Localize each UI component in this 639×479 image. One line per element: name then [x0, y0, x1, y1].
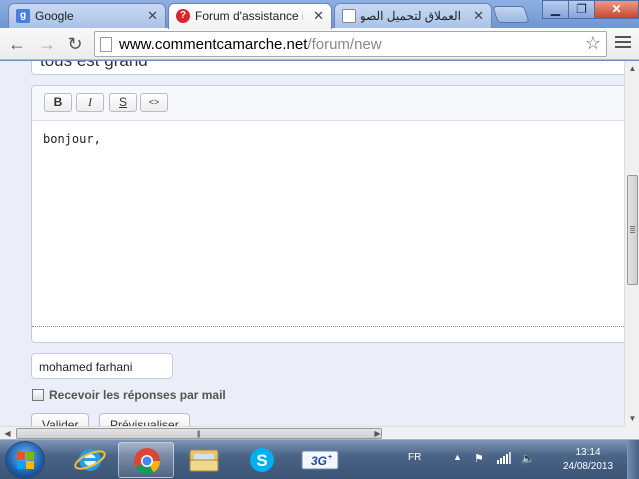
internet-explorer-taskbar-button[interactable]	[62, 442, 118, 478]
skype-taskbar-button[interactable]: S	[234, 442, 290, 478]
grip-icon	[630, 226, 635, 234]
3g-modem-icon: 3G +	[301, 450, 339, 470]
show-hidden-icons-icon[interactable]: ▲	[453, 452, 462, 462]
url-text: www.commentcamarche.net/forum/new	[119, 36, 382, 53]
skype-icon: S	[250, 448, 274, 472]
grip-icon: |||	[197, 431, 201, 438]
preview-button[interactable]: Prévisualiser	[99, 413, 190, 426]
forward-arrow-icon[interactable]: →	[36, 33, 58, 55]
close-tab-icon[interactable]: ✕	[473, 8, 484, 24]
scrollbar-corner	[624, 426, 639, 439]
address-bar[interactable]: www.commentcamarche.net/forum/new ☆	[94, 31, 607, 57]
chrome-menu-icon[interactable]	[615, 36, 631, 50]
close-tab-icon[interactable]: ✕	[313, 8, 324, 24]
submit-button[interactable]: Valider	[31, 413, 90, 426]
network-signal-icon[interactable]	[497, 452, 511, 467]
commentcamarche-favicon-icon: ?	[176, 9, 190, 23]
page-content: tous est grand B I S <> bonjour, mohamed…	[0, 61, 624, 426]
scroll-down-arrow-icon[interactable]: ▼	[625, 411, 639, 426]
svg-text:3G: 3G	[311, 454, 327, 468]
back-arrow-icon[interactable]: ←	[6, 33, 28, 55]
tab-label: Forum d'assistance i	[195, 9, 303, 23]
internet-explorer-icon	[74, 449, 106, 471]
name-input[interactable]: mohamed farhani	[31, 353, 173, 379]
close-tab-icon[interactable]: ✕	[147, 8, 158, 24]
folder-icon	[189, 449, 219, 472]
horizontal-scroll-thumb[interactable]: |||	[16, 428, 382, 439]
message-editor[interactable]: B I S <> bonjour,	[31, 85, 624, 343]
email-notification-label: Recevoir les réponses par mail	[49, 388, 226, 402]
tab-forum[interactable]: ? Forum d'assistance i ✕	[168, 3, 332, 29]
strikethrough-button[interactable]: S	[109, 93, 137, 112]
svg-text:S: S	[256, 451, 267, 470]
clock-date: 24/08/2013	[562, 461, 614, 472]
file-explorer-taskbar-button[interactable]	[176, 442, 232, 478]
editor-text[interactable]: bonjour,	[43, 132, 101, 146]
italic-button[interactable]: I	[76, 93, 104, 112]
subject-input[interactable]: tous est grand	[31, 61, 624, 75]
svg-text:+: +	[328, 454, 332, 461]
vertical-scrollbar[interactable]: ▲ ▼	[624, 61, 639, 426]
url-host: www.commentcamarche.net	[119, 36, 308, 53]
editor-resize-divider	[32, 326, 624, 327]
code-button[interactable]: <>	[140, 93, 168, 112]
horizontal-scrollbar[interactable]: ◀ ||| ▶	[0, 426, 624, 439]
tab-label: Google	[35, 9, 74, 23]
show-desktop-button[interactable]	[627, 440, 639, 479]
new-tab-button[interactable]	[492, 6, 530, 23]
page-favicon-icon	[342, 9, 356, 23]
volume-icon[interactable]: 🔈	[521, 452, 535, 465]
chrome-icon	[134, 448, 161, 475]
page-icon	[100, 37, 112, 52]
windows-taskbar: S 3G + FR ▲ ⚑ 🔈 13:14 24/08/2013	[0, 439, 639, 479]
windows-logo-icon	[17, 452, 35, 470]
vertical-scroll-thumb[interactable]	[627, 175, 638, 285]
chrome-taskbar-button[interactable]	[118, 442, 174, 478]
action-center-flag-icon[interactable]: ⚑	[474, 452, 484, 465]
bold-button[interactable]: B	[44, 93, 72, 112]
tab-label: العملاق لتحميل الصور	[361, 9, 461, 23]
close-window-button[interactable]: ✕	[594, 0, 639, 19]
start-button[interactable]	[5, 441, 45, 479]
editor-toolbar: B I S <>	[32, 86, 624, 121]
bookmark-star-icon[interactable]: ☆	[585, 33, 601, 54]
email-notification-checkbox[interactable]	[32, 389, 44, 401]
tab-strip: g Google ✕ ? Forum d'assistance i ✕ العم…	[0, 0, 639, 29]
minimize-button[interactable]: ▁	[542, 0, 569, 19]
reload-icon[interactable]: ↻	[64, 33, 86, 55]
restore-button[interactable]: ❐	[568, 0, 595, 19]
clock-time: 13:14	[575, 447, 601, 458]
scroll-up-arrow-icon[interactable]: ▲	[625, 61, 639, 76]
browser-toolbar: ← → ↻ www.commentcamarche.net/forum/new …	[0, 28, 639, 60]
tab-arabic[interactable]: العملاق لتحميل الصور ✕	[334, 3, 492, 28]
3g-modem-taskbar-button[interactable]: 3G +	[292, 442, 348, 478]
google-favicon-icon: g	[16, 9, 30, 23]
tab-google[interactable]: g Google ✕	[8, 3, 166, 28]
language-indicator[interactable]: FR	[408, 452, 421, 463]
system-clock[interactable]: 13:14 24/08/2013	[560, 446, 616, 474]
url-path: /forum/new	[307, 36, 382, 53]
